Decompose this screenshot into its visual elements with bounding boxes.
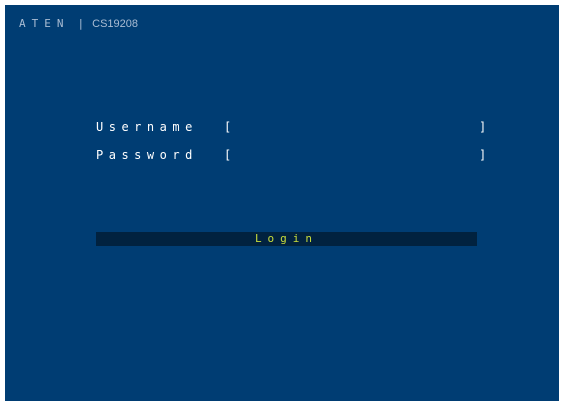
- header-separator: |: [77, 17, 85, 30]
- password-label: Password: [96, 148, 198, 162]
- brand-name: ATEN: [19, 17, 70, 30]
- osd-screen: ATEN | CS19208 Username [ ] Password [ ] L…: [5, 5, 559, 401]
- password-bracket-open: [: [224, 148, 232, 162]
- username-label: Username: [96, 120, 198, 134]
- login-button[interactable]: Login: [96, 232, 477, 246]
- username-bracket-open: [: [224, 120, 232, 134]
- password-row: Password [ ]: [96, 148, 491, 164]
- password-bracket-close: ]: [479, 148, 487, 162]
- header: ATEN | CS19208: [19, 17, 138, 30]
- model-name: CS19208: [92, 18, 138, 30]
- username-field[interactable]: [236, 120, 476, 134]
- username-bracket-close: ]: [479, 120, 487, 134]
- username-row: Username [ ]: [96, 120, 491, 136]
- password-field[interactable]: [236, 148, 476, 162]
